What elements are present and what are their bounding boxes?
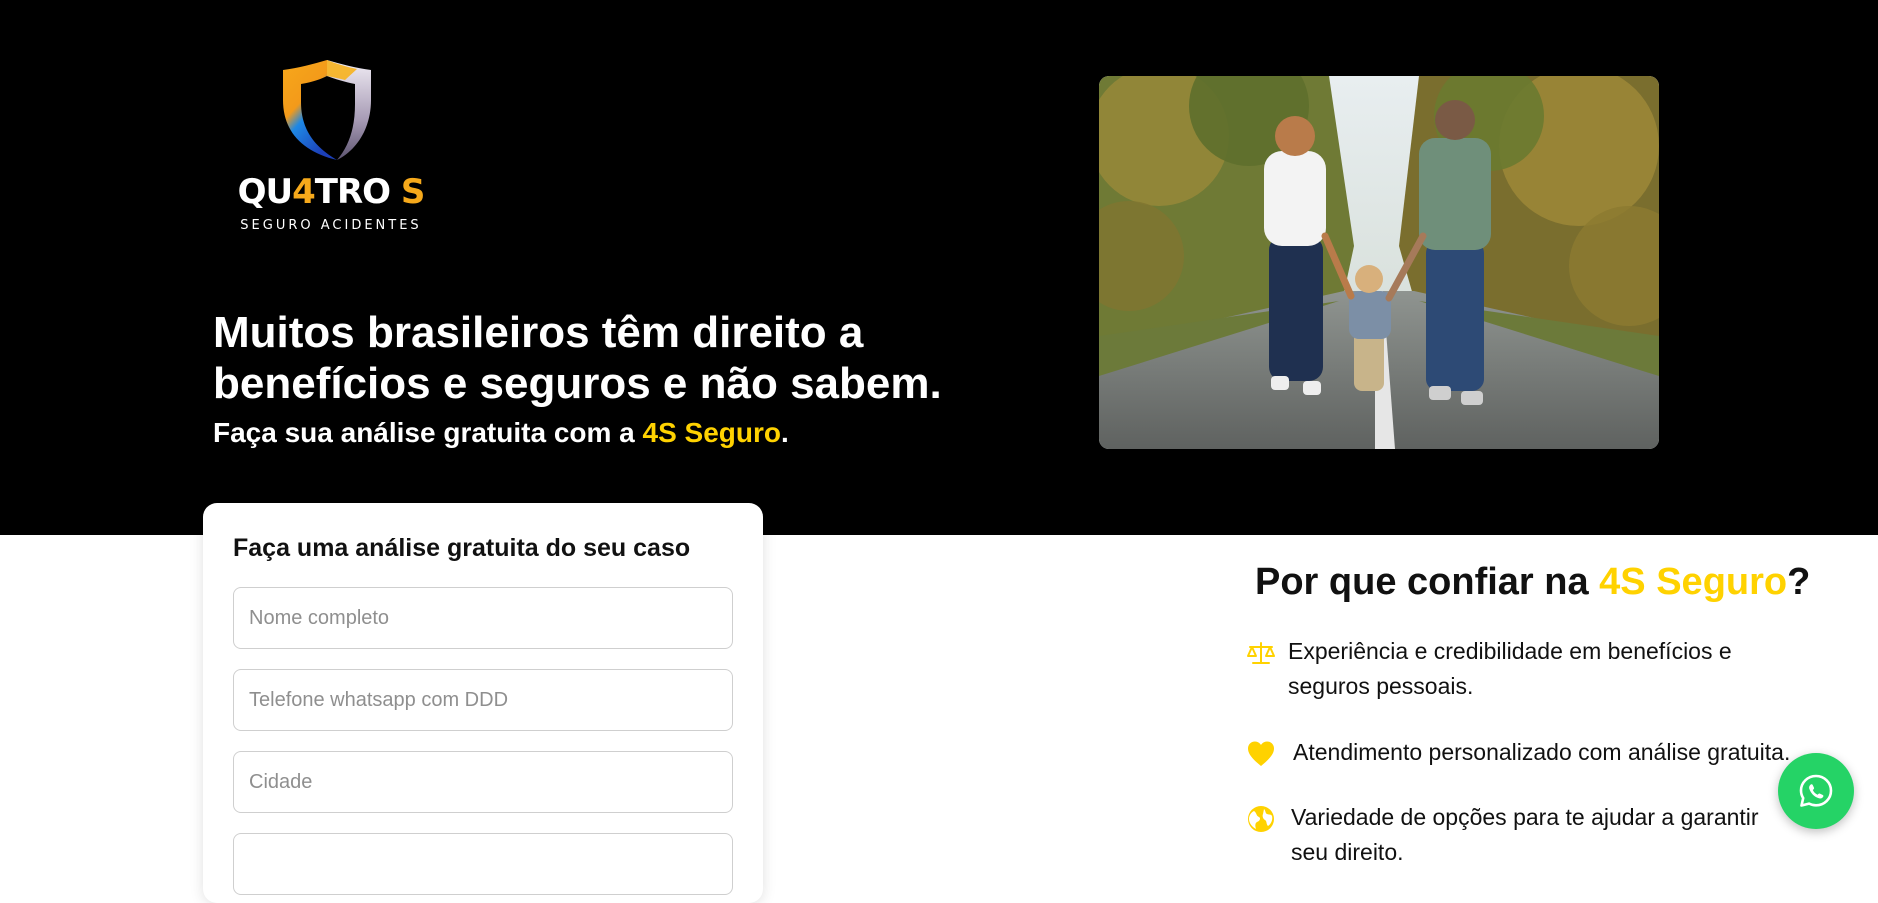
heart-icon [1248, 741, 1274, 766]
trust-item-text: Experiência e credibilidade em benefício… [1288, 638, 1732, 699]
form-title: Faça uma análise gratuita do seu caso [233, 534, 691, 562]
logo-wordmark: QU4TRO S [237, 172, 426, 212]
trust-item-text: Atendimento personalizado com análise gr… [1293, 739, 1791, 765]
brand-highlight: 4S Seguro [1599, 561, 1788, 603]
shield-logo-icon [283, 60, 371, 160]
hero-headline: Muitos brasileiros têm direito a benefíc… [213, 308, 942, 408]
hero-subline: Faça sua análise gratuita com a 4S Segur… [213, 417, 789, 448]
whatsapp-button[interactable] [1778, 753, 1854, 829]
city-input[interactable] [233, 751, 733, 813]
hero-family-photo [1099, 76, 1659, 449]
scale-icon [1247, 642, 1275, 664]
whatsapp-icon [1799, 774, 1833, 807]
logo-tagline: SEGURO ACIDENTES [240, 218, 422, 233]
brand-logo[interactable]: QU4TRO S SEGURO ACIDENTES [236, 58, 426, 238]
hero-section: QU4TRO S SEGURO ACIDENTES Muitos brasile… [0, 0, 1878, 535]
form-field-4[interactable] [233, 833, 733, 895]
analysis-form-card: Faça uma análise gratuita do seu caso [203, 503, 763, 903]
full-name-input[interactable] [233, 587, 733, 649]
trust-item-text: Variedade de opções para te ajudar a gar… [1291, 804, 1759, 865]
whatsapp-phone-input[interactable] [233, 669, 733, 731]
why-trust-title: Por que confiar na 4S Seguro? [1255, 561, 1811, 603]
globe-icon [1248, 806, 1274, 832]
brand-highlight: 4S Seguro [642, 417, 781, 448]
